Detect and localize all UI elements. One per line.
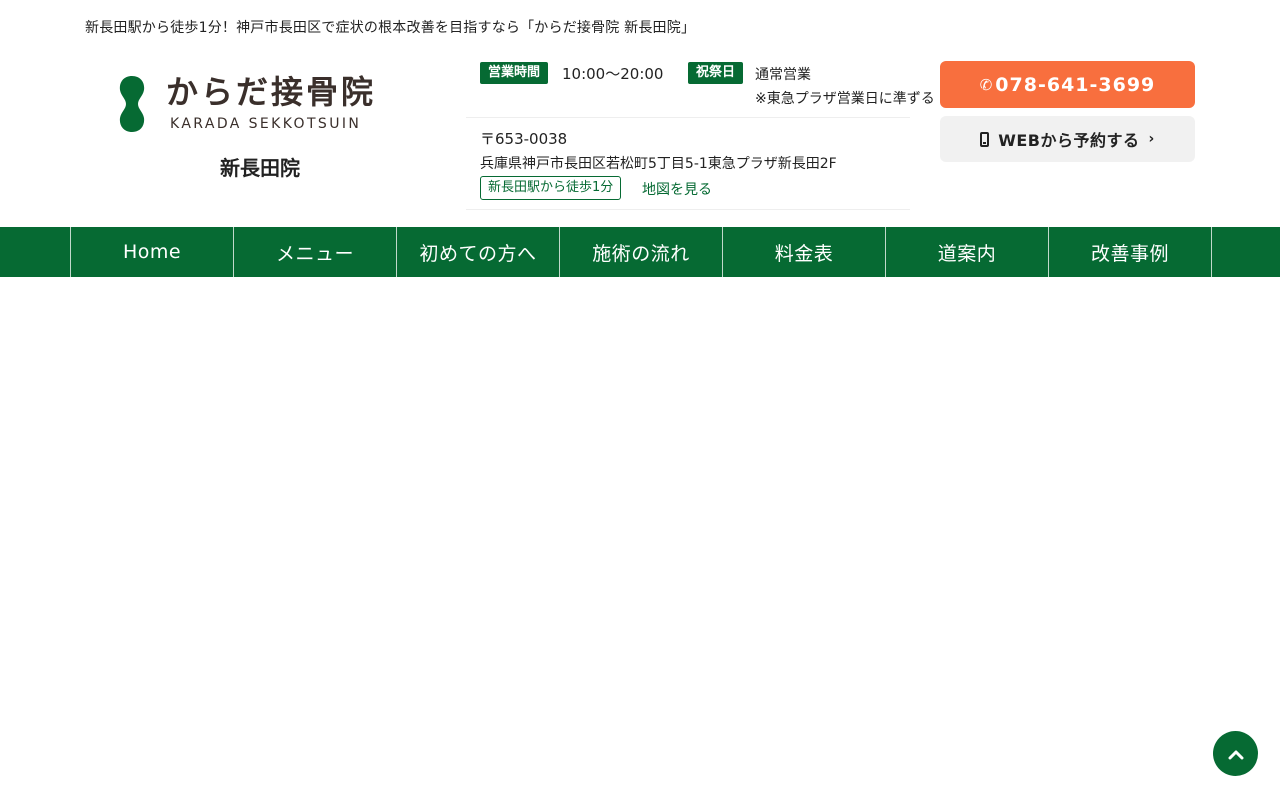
branch-name: 新長田院: [220, 156, 300, 180]
hours-row: 営業時間 10:00〜20:00 祝祭日 通常営業 ※東急プラザ営業日に準ずる: [466, 56, 935, 118]
web-reservation-label: WEBから予約する: [998, 131, 1140, 150]
nav-item-first-visit[interactable]: 初めての方へ: [397, 227, 560, 277]
chevron-up-icon: [1228, 750, 1243, 759]
postal-code: 〒653-0038: [480, 130, 568, 148]
back-to-top-button[interactable]: [1213, 731, 1258, 776]
holiday-note: ※東急プラザ営業日に準ずる: [755, 91, 935, 107]
logo-name-en: KARADA SEKKOTSUIN: [170, 116, 362, 132]
logo-mark-icon: [119, 76, 145, 132]
mobile-icon: [980, 131, 990, 147]
hours-value: 10:00〜20:00: [562, 65, 664, 83]
nav-item-pricing[interactable]: 料金表: [723, 227, 886, 277]
holiday-badge: 祝祭日: [688, 62, 744, 84]
clinic-info: 営業時間 10:00〜20:00 祝祭日 通常営業 ※東急プラザ営業日に準ずる: [466, 56, 935, 118]
hours-badge: 営業時間: [480, 62, 549, 84]
header-tagline: 新長田駅から徒歩1分！神戸市長田区で症状の根本改善を目指すなら「からだ接骨院 新…: [85, 20, 696, 36]
nav-item-treatment-flow[interactable]: 施術の流れ: [560, 227, 723, 277]
nav-item-directions[interactable]: 道案内: [886, 227, 1049, 277]
nav-item-case-studies[interactable]: 改善事例: [1049, 227, 1212, 277]
phone-number: 078-641-3699: [995, 73, 1156, 96]
map-link[interactable]: 地図を見る: [642, 179, 712, 199]
site-logo[interactable]: からだ接骨院 KARADA SEKKOTSUIN: [118, 72, 398, 136]
global-nav: Home メニュー 初めての方へ 施術の流れ 料金表 道案内 改善事例: [0, 227, 1280, 277]
walk-time-tag: 新長田駅から徒歩1分: [480, 176, 622, 200]
web-reservation-button[interactable]: WEBから予約する ›: [940, 116, 1195, 162]
logo-name-jp: からだ接骨院: [166, 73, 377, 111]
phone-icon: ✆: [979, 75, 994, 94]
chevron-right-icon: ›: [1148, 131, 1155, 147]
holiday-value: 通常営業: [755, 67, 811, 83]
nav-item-menu[interactable]: メニュー: [234, 227, 397, 277]
nav-item-home[interactable]: Home: [71, 227, 234, 277]
street-address: 兵庫県神戸市長田区若松町5丁目5-1東急プラザ新長田2F: [480, 156, 837, 172]
phone-call-button[interactable]: ✆ 078-641-3699: [940, 61, 1195, 108]
